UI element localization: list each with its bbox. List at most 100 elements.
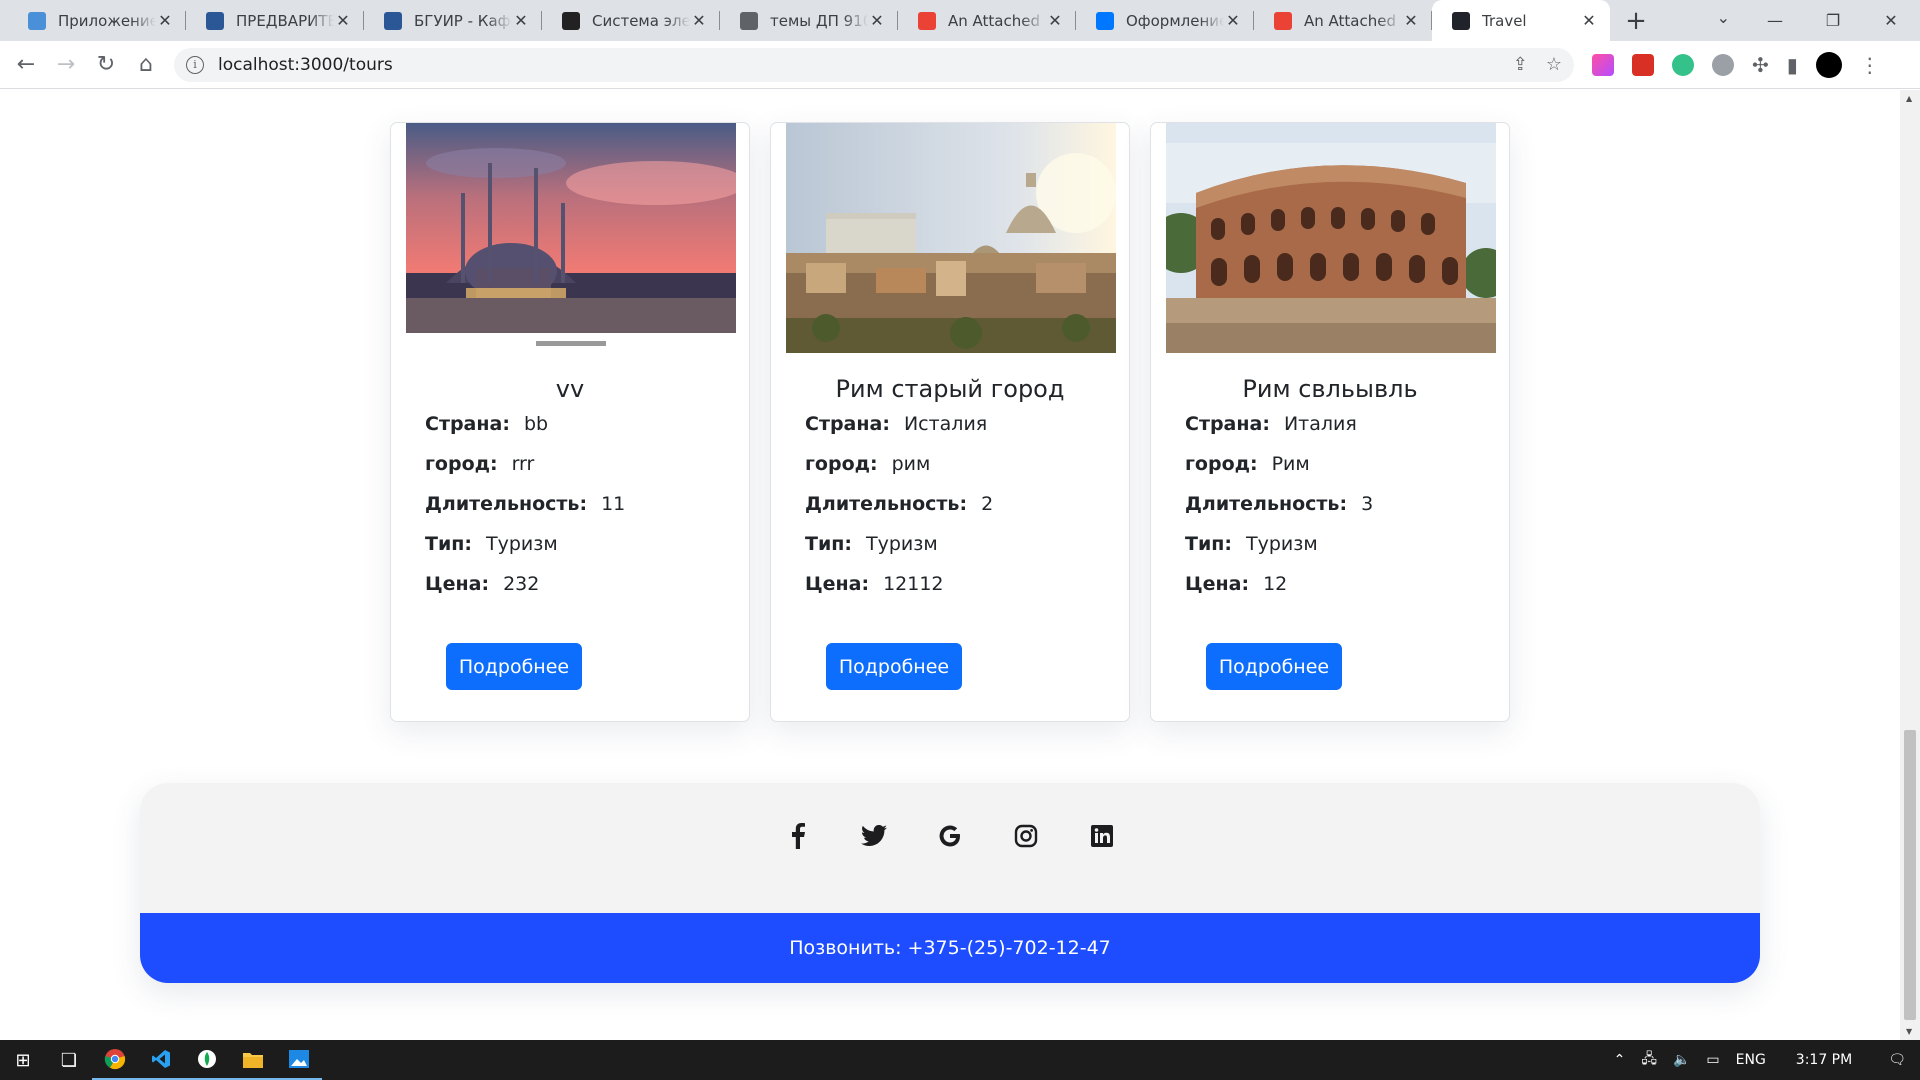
- tab-label: Оформление: [1126, 11, 1224, 30]
- profile-avatar[interactable]: [1815, 51, 1842, 78]
- tab-search-icon[interactable]: ⌄: [1717, 8, 1730, 27]
- field-label: город:: [425, 453, 498, 475]
- notifications-icon[interactable]: 🗨: [1888, 1052, 1906, 1068]
- tab-close-icon[interactable]: ✕: [868, 11, 886, 30]
- instagram-icon[interactable]: [1013, 823, 1039, 849]
- back-icon[interactable]: ←: [6, 45, 46, 85]
- tour-field-duration: Длительность: 11: [425, 493, 734, 517]
- tab-label: Travel: [1482, 11, 1527, 30]
- vk-icon: [1096, 11, 1114, 30]
- adblock-icon[interactable]: [1712, 53, 1734, 76]
- facebook-icon[interactable]: [785, 823, 811, 849]
- istanbul-mosque-sunset-image: [406, 123, 736, 353]
- browser-tab[interactable]: An Attached File✕: [1254, 0, 1432, 41]
- tab-label: ПРЕДВАРИТЕЛЬ: [236, 11, 334, 30]
- clock[interactable]: 3:17 PM: [1796, 1052, 1852, 1068]
- doc-icon: [384, 11, 402, 30]
- tab-close-icon[interactable]: ✕: [1402, 11, 1420, 30]
- tour-field-type: Тип: Туризм: [425, 533, 734, 557]
- field-value: Туризм: [1246, 533, 1318, 555]
- tour-field-type: Тип: Туризм: [805, 533, 1114, 557]
- field-label: Длительность:: [805, 493, 968, 515]
- site-footer: Позвонить: +375-(25)-702-12-47: [140, 783, 1760, 983]
- field-value: 2: [981, 493, 994, 515]
- tab-close-icon[interactable]: ✕: [156, 11, 174, 30]
- url-text[interactable]: localhost:3000/tours: [218, 55, 1495, 75]
- language-indicator[interactable]: ENG: [1736, 1052, 1766, 1068]
- browser-tab[interactable]: Travel ✕: [1432, 0, 1610, 41]
- field-label: Цена:: [805, 573, 870, 595]
- field-label: Цена:: [1185, 573, 1250, 595]
- browser-tab[interactable]: Оформление ✕: [1076, 0, 1254, 41]
- forward-icon[interactable]: →: [46, 45, 86, 85]
- network-icon[interactable]: 🖧: [1641, 1048, 1657, 1072]
- tab-close-icon[interactable]: ✕: [690, 11, 708, 30]
- task-view-icon[interactable]: ❏: [46, 1040, 92, 1080]
- chrome-taskbar-icon[interactable]: [92, 1040, 138, 1080]
- browser-tab[interactable]: Система электронного✕: [542, 0, 720, 41]
- scrollbar-thumb[interactable]: [1904, 730, 1916, 1020]
- bookmark-star-icon[interactable]: ☆: [1546, 54, 1562, 75]
- tour-field-city: город: рим: [805, 453, 1114, 477]
- google-icon[interactable]: [937, 823, 963, 849]
- minimize-button[interactable]: —: [1746, 0, 1804, 41]
- gmail-icon: [918, 11, 936, 30]
- twitter-icon[interactable]: [861, 823, 887, 849]
- call-phone-bar[interactable]: Позвонить: +375-(25)-702-12-47: [140, 913, 1760, 983]
- extensions-puzzle-icon[interactable]: ✣: [1752, 53, 1769, 77]
- file-explorer-taskbar-icon[interactable]: [230, 1040, 276, 1080]
- browser-tab[interactable]: ПРЕДВАРИТЕЛЬ✕: [186, 0, 364, 41]
- extension-1-icon[interactable]: [1592, 53, 1614, 76]
- field-value: 3: [1361, 493, 1374, 515]
- address-bar[interactable]: i localhost:3000/tours ⇪ ☆: [174, 47, 1574, 82]
- tour-title: vv: [555, 375, 585, 403]
- show-hidden-icons-icon[interactable]: ⌃: [1614, 1052, 1626, 1068]
- details-button[interactable]: Подробнее: [446, 643, 582, 690]
- details-button[interactable]: Подробнее: [1206, 643, 1342, 690]
- photos-taskbar-icon[interactable]: [276, 1040, 322, 1080]
- extension-3-icon[interactable]: [1672, 53, 1694, 76]
- tab-close-icon[interactable]: ✕: [1580, 11, 1598, 30]
- windows-start-icon[interactable]: ⊞: [0, 1040, 46, 1080]
- graduation-cap-icon: [562, 11, 580, 30]
- rome-colosseum-image: [1166, 123, 1496, 353]
- scroll-up-arrow-icon[interactable]: ▲: [1906, 94, 1912, 103]
- details-button[interactable]: Подробнее: [826, 643, 962, 690]
- restore-button[interactable]: ❐: [1804, 0, 1862, 41]
- extension-2-icon[interactable]: [1632, 53, 1654, 76]
- vscode-taskbar-icon[interactable]: [138, 1040, 184, 1080]
- site-info-icon[interactable]: i: [186, 55, 204, 74]
- browser-tab[interactable]: Приложение ✕: [8, 0, 186, 41]
- share-icon[interactable]: ⇪: [1513, 54, 1528, 75]
- tour-field-type: Тип: Туризм: [1185, 533, 1494, 557]
- battery-icon[interactable]: ▭: [1706, 1052, 1719, 1068]
- tab-label: темы ДП 910101: [770, 11, 868, 30]
- field-value: Рим: [1271, 453, 1310, 475]
- linkedin-icon[interactable]: [1089, 823, 1115, 849]
- close-window-button[interactable]: ✕: [1862, 0, 1920, 41]
- field-value: Италия: [1283, 413, 1357, 435]
- tab-close-icon[interactable]: ✕: [512, 11, 530, 30]
- browser-tab[interactable]: БГУИР - Кафедра✕: [364, 0, 542, 41]
- browser-tab[interactable]: темы ДП 910101✕: [720, 0, 898, 41]
- reload-icon[interactable]: ↻: [86, 45, 126, 85]
- home-icon[interactable]: ⌂: [126, 45, 166, 85]
- gmail-icon: [1274, 11, 1292, 30]
- tab-close-icon[interactable]: ✕: [334, 11, 352, 30]
- scroll-down-arrow-icon[interactable]: ▼: [1906, 1027, 1912, 1036]
- rome-old-town-panorama-image: [786, 123, 1116, 353]
- volume-icon[interactable]: 🔈: [1673, 1052, 1690, 1068]
- page-scrollbar[interactable]: ▲ ▼: [1900, 90, 1920, 1040]
- window-controls: — ❐ ✕: [1746, 0, 1920, 41]
- tab-close-icon[interactable]: ✕: [1046, 11, 1064, 30]
- field-label: Длительность:: [1185, 493, 1348, 515]
- menu-kebab-icon[interactable]: ⋮: [1860, 53, 1880, 77]
- tab-close-icon[interactable]: ✕: [1224, 11, 1242, 30]
- windows-taskbar: ⊞ ❏ ⌃ 🖧 🔈 ▭ ENG 3:17 PM 🗨: [0, 1040, 1920, 1080]
- side-panel-icon[interactable]: ▮: [1787, 53, 1798, 77]
- new-tab-button[interactable]: +: [1616, 0, 1656, 41]
- field-value: 12112: [883, 573, 944, 595]
- browser-tab[interactable]: An Attached File✕: [898, 0, 1076, 41]
- mongodb-taskbar-icon[interactable]: [184, 1040, 230, 1080]
- browser-toolbar: ← → ↻ ⌂ i localhost:3000/tours ⇪ ☆ ✣ ▮ ⋮: [0, 41, 1920, 89]
